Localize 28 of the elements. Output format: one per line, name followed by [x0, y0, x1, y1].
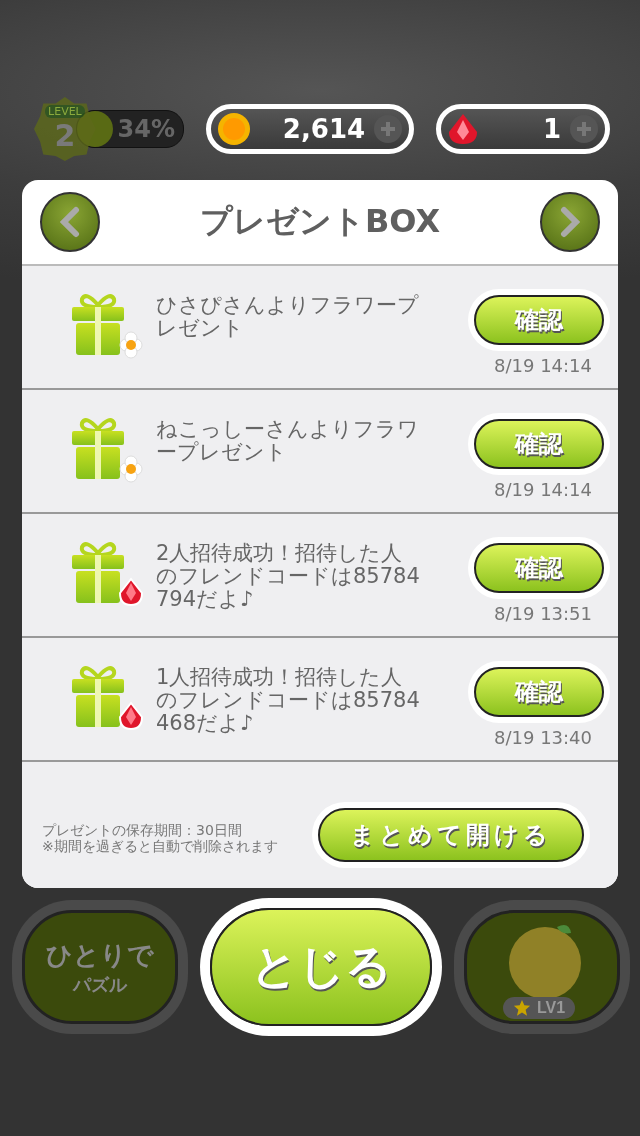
dialog-title: プレゼントBOX: [199, 201, 441, 242]
next-button[interactable]: [540, 192, 600, 252]
present-message: ひさぴさんよりフラワープレゼント: [156, 294, 420, 340]
avatar-level: LV1: [537, 999, 566, 1017]
coin-icon: [217, 112, 251, 146]
present-message: 1人招待成功！招待した人のフレンドコードは85784468だよ♪: [156, 666, 421, 735]
chevron-right-icon: [558, 206, 582, 238]
received-time: 8/19 14:14: [494, 354, 593, 376]
previous-button[interactable]: [40, 192, 100, 252]
storage-note: プレゼントの保存期間：30日間: [42, 822, 243, 838]
plus-icon[interactable]: [569, 114, 599, 144]
chevron-left-icon: [58, 206, 82, 238]
star-icon: [513, 999, 531, 1017]
received-time: 8/19 13:40: [494, 726, 593, 748]
received-time: 8/19 14:14: [494, 478, 593, 500]
storage-note: ※期間を過ぎると自動で削除されます: [42, 838, 278, 854]
progress-percent: 34%: [117, 115, 175, 143]
present-message: 2人招待成功！招待した人のフレンドコードは85784794だよ♪: [156, 542, 421, 611]
puzzle-label: パズル: [73, 972, 127, 997]
plus-icon[interactable]: [373, 114, 404, 144]
coin-count: 2,614: [281, 114, 366, 144]
level-label: LEVEL: [45, 105, 85, 118]
gem-icon: [447, 112, 480, 146]
received-time: 8/19 13:51: [494, 602, 593, 624]
solo-label: ひとりで: [46, 938, 154, 972]
level-number: 2: [54, 118, 76, 153]
gem-count: 1: [541, 114, 561, 144]
present-message: ねこっしーさんよりフラワープレゼント: [156, 418, 420, 464]
